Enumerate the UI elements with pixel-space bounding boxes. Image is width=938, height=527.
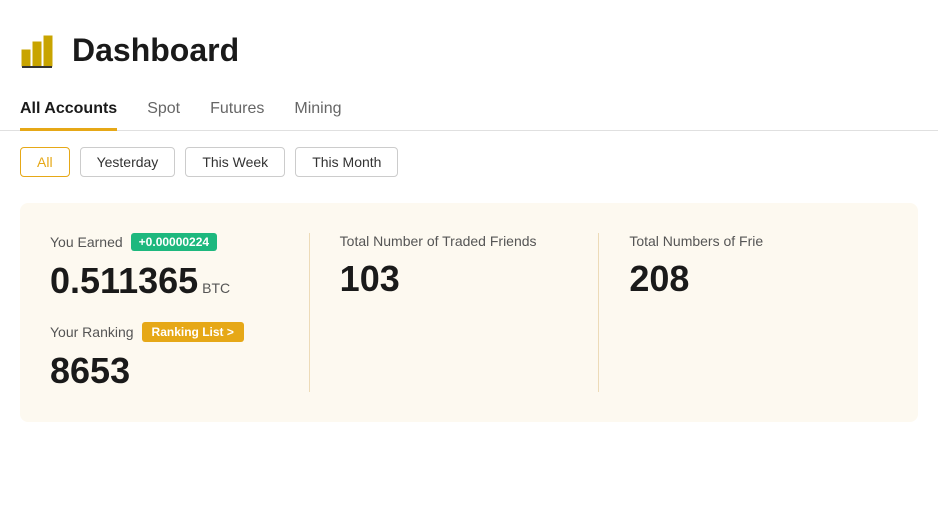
stats-card: You Earned +0.00000224 0.511365BTC Your … — [20, 203, 918, 422]
tab-spot[interactable]: Spot — [147, 90, 180, 131]
ranking-value: 8653 — [50, 350, 279, 392]
tab-all-accounts[interactable]: All Accounts — [20, 90, 117, 131]
earned-badge: +0.00000224 — [131, 233, 217, 251]
filter-this-month[interactable]: This Month — [295, 147, 398, 177]
total-friends-value: 208 — [629, 257, 858, 300]
earned-label: You Earned +0.00000224 — [50, 233, 279, 251]
tabs-nav: All Accounts Spot Futures Mining — [0, 90, 938, 131]
earned-unit: BTC — [202, 280, 230, 296]
filter-yesterday[interactable]: Yesterday — [80, 147, 176, 177]
time-filters: All Yesterday This Week This Month — [0, 131, 938, 193]
total-friends-block: Total Numbers of Frie 208 — [598, 233, 888, 392]
page-header: Dashboard — [0, 0, 938, 90]
total-friends-label: Total Numbers of Frie — [629, 233, 858, 249]
ranking-list-button[interactable]: Ranking List > — [142, 322, 244, 342]
page-title: Dashboard — [72, 32, 239, 69]
earned-value: 0.511365BTC — [50, 259, 279, 302]
filter-all[interactable]: All — [20, 147, 70, 177]
earned-block: You Earned +0.00000224 0.511365BTC Your … — [50, 233, 309, 392]
tab-mining[interactable]: Mining — [294, 90, 341, 131]
dashboard-icon — [20, 30, 60, 70]
tab-futures[interactable]: Futures — [210, 90, 264, 131]
traded-friends-label: Total Number of Traded Friends — [340, 233, 569, 249]
traded-friends-value: 103 — [340, 257, 569, 300]
ranking-label: Your Ranking Ranking List > — [50, 322, 279, 342]
filter-this-week[interactable]: This Week — [185, 147, 285, 177]
ranking-sub: Your Ranking Ranking List > 8653 — [50, 322, 279, 392]
traded-friends-block: Total Number of Traded Friends 103 — [309, 233, 599, 392]
